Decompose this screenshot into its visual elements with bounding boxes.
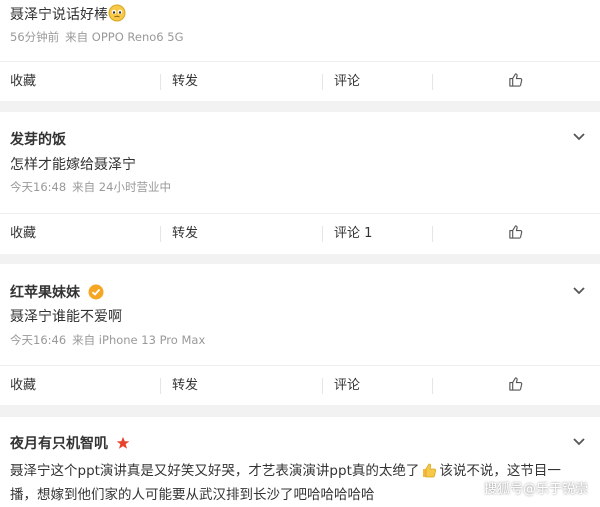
forward-button[interactable]: 转发: [172, 366, 198, 406]
username[interactable]: 红苹果妹妹: [10, 282, 104, 302]
comment-source: 来自 OPPO Reno6 5G: [65, 30, 184, 44]
comment-card-1: 聂泽宁说话好棒 56分钟前 来自 OPPO Reno6 5G 收藏 转发 评论: [0, 0, 600, 101]
like-button[interactable]: [508, 214, 523, 254]
like-button[interactable]: [508, 366, 523, 406]
forward-button[interactable]: 转发: [172, 62, 198, 102]
collect-button[interactable]: 收藏: [10, 366, 36, 406]
thumbs-up-emoji-icon: [423, 463, 437, 478]
comment-text: 聂泽宁谁能不爱啊: [10, 309, 122, 325]
comment-text: 聂泽宁说话好棒: [10, 4, 126, 26]
comment-text-line-1: 聂泽宁这个ppt演讲真是又好笑又好哭，才艺表演演讲ppt真的太绝了 该说不说，这节…: [10, 463, 561, 479]
chevron-down-icon[interactable]: [572, 437, 586, 447]
comment-meta: 56分钟前 来自 OPPO Reno6 5G: [10, 29, 184, 45]
forward-button[interactable]: 转发: [172, 214, 198, 254]
comment-button[interactable]: 评论 1: [334, 214, 372, 254]
chevron-down-icon[interactable]: [572, 132, 586, 142]
thumbs-up-icon: [509, 225, 523, 239]
comment-button[interactable]: 评论: [334, 62, 360, 102]
divider: [322, 74, 323, 90]
comment-source: 来自 iPhone 13 Pro Max: [72, 333, 206, 347]
collect-button[interactable]: 收藏: [10, 62, 36, 102]
chevron-down-icon[interactable]: [572, 286, 586, 296]
comment-text: 怎样才能嫁给聂泽宁: [10, 157, 136, 173]
divider: [432, 226, 433, 242]
comment-meta: 今天16:48 来自 24小时营业中: [10, 179, 171, 195]
action-bar: 收藏 转发 评论: [0, 61, 600, 102]
divider: [432, 378, 433, 394]
thumbs-up-icon: [509, 73, 523, 87]
action-bar: 收藏 转发 评论: [0, 365, 600, 406]
comment-card-3: 红苹果妹妹 聂泽宁谁能不爱啊 今天16:46 来自 iPhone 13 Pro M…: [0, 264, 600, 405]
divider: [432, 74, 433, 90]
comment-time: 56分钟前: [10, 30, 60, 44]
collect-button[interactable]: 收藏: [10, 214, 36, 254]
comment-meta: 今天16:46 来自 iPhone 13 Pro Max: [10, 332, 205, 348]
pleading-face-emoji-icon: [108, 4, 126, 26]
divider: [160, 226, 161, 242]
comment-text-line-2: 播，想嫁到他们家的人可能要从武汉排到长沙了吧哈哈哈哈哈: [10, 487, 375, 503]
comment-button[interactable]: 评论: [334, 366, 360, 406]
comment-time: 今天16:46: [10, 333, 67, 347]
verified-badge-icon: [88, 284, 104, 300]
comment-card-2: 发芽的饭 怎样才能嫁给聂泽宁 今天16:48 来自 24小时营业中 收藏 转发 评…: [0, 112, 600, 254]
divider: [160, 74, 161, 90]
divider: [322, 378, 323, 394]
comment-time: 今天16:48: [10, 180, 67, 194]
comment-source: 来自 24小时营业中: [72, 180, 171, 194]
watermark: 搜狐号@乐于锐崇: [483, 482, 588, 497]
username[interactable]: 发芽的饭: [10, 129, 66, 149]
username[interactable]: 夜月有只机智叽: [10, 433, 130, 453]
divider: [160, 378, 161, 394]
action-bar: 收藏 转发 评论 1: [0, 213, 600, 254]
star-badge-icon: [116, 436, 130, 449]
like-button[interactable]: [508, 62, 523, 102]
thumbs-up-icon: [509, 377, 523, 391]
divider: [322, 226, 323, 242]
